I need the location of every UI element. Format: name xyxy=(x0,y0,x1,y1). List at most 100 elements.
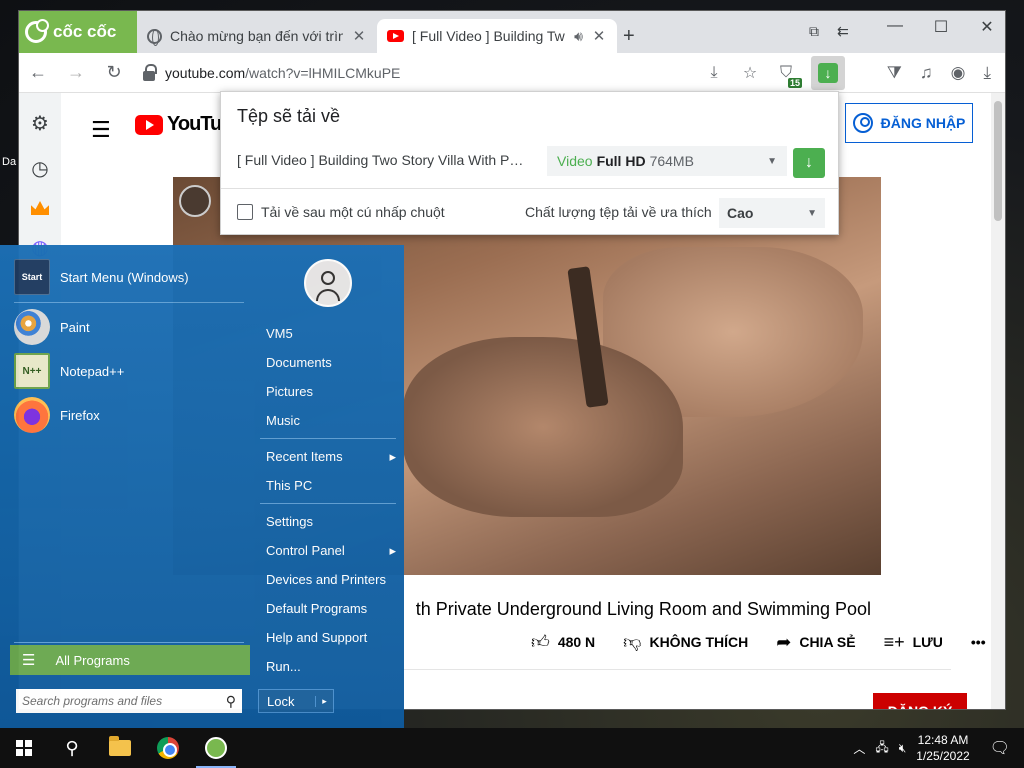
history-icon[interactable]: ◷ xyxy=(31,156,48,181)
tab-youtube-video[interactable]: [ Full Video ] Building Tw 🔊︎ ✕ xyxy=(377,19,617,53)
link-music[interactable]: Music xyxy=(266,413,396,428)
all-programs-label: All Programs xyxy=(55,652,130,668)
link-settings[interactable]: Settings xyxy=(266,514,396,529)
preferred-quality-label: Chất lượng tệp tải về ưa thích xyxy=(525,204,712,220)
windows-logo-icon xyxy=(16,740,32,756)
clock[interactable]: 12:48 AM 1/25/2022 xyxy=(916,732,969,764)
dislike-button[interactable]: 👎︎ KHÔNG THÍCH xyxy=(623,631,748,653)
divider xyxy=(260,503,396,504)
pinned-paint[interactable]: Paint xyxy=(14,309,90,345)
maximize-icon[interactable]: ☐ xyxy=(931,17,951,37)
network-icon[interactable]: 🖧︎ xyxy=(875,738,888,759)
link-this-pc[interactable]: This PC xyxy=(266,478,396,493)
back-history-icon[interactable]: ⇇ xyxy=(837,23,849,40)
search-programs-input[interactable]: Search programs and files ⚲ xyxy=(16,689,242,713)
link-run[interactable]: Run... xyxy=(266,659,396,674)
video-download-button[interactable]: ↓ xyxy=(811,56,845,90)
window-close-icon[interactable]: ✕ xyxy=(977,17,997,37)
link-recent-items[interactable]: Recent Items ▸ xyxy=(266,449,396,465)
link-default-programs[interactable]: Default Programs xyxy=(266,601,396,616)
save-page-icon[interactable]: ⤓ xyxy=(703,62,725,84)
globe-icon xyxy=(147,28,162,46)
tab-strip: cốc cốc Chào mừng bạn đến với trình ✕ [ … xyxy=(19,11,1005,53)
crown-icon[interactable] xyxy=(31,201,49,215)
extensions-puzzle-icon[interactable]: ⧩ xyxy=(887,63,902,83)
settings-gear-icon[interactable]: ⚙ xyxy=(31,111,49,136)
folder-icon xyxy=(109,736,131,756)
coccoc-taskbar-button[interactable] xyxy=(192,728,240,768)
link-control-panel[interactable]: Control Panel ▸ xyxy=(266,543,396,559)
save-button[interactable]: ≡+ LƯU xyxy=(884,632,943,653)
link-label: Help and Support xyxy=(266,630,368,645)
extension-badge: 15 xyxy=(787,78,802,88)
more-actions-button[interactable]: ••• xyxy=(971,634,986,650)
taskbar-search-icon[interactable]: ⚲ xyxy=(48,728,96,768)
file-explorer-taskbar-button[interactable] xyxy=(96,728,144,768)
profile-icon[interactable]: ◉ xyxy=(951,63,966,83)
dislike-label: KHÔNG THÍCH xyxy=(649,634,749,650)
chevron-down-icon: ▼ xyxy=(767,155,777,167)
speaker-icon[interactable]: 🔊︎ xyxy=(574,28,583,45)
search-icon[interactable]: ⚲ xyxy=(226,693,236,710)
quality-select[interactable]: Video Full HD 764MB ▼ xyxy=(547,146,787,176)
address-bar[interactable]: youtube.com/watch?v=lHMILCMkuPE xyxy=(143,53,703,93)
show-hidden-icons-chevron-icon[interactable]: ︿ xyxy=(853,740,865,757)
chevron-down-icon: ▼ xyxy=(807,207,817,219)
desktop-icon-label[interactable]: Da xyxy=(2,156,16,168)
divider xyxy=(14,642,244,643)
forward-arrow-icon[interactable]: → xyxy=(67,62,85,83)
quality-type: Video xyxy=(557,153,593,169)
close-icon[interactable]: ✕ xyxy=(591,27,607,45)
playlist-add-icon: ≡+ xyxy=(883,631,905,652)
volume-muted-icon[interactable]: 🔇︎ xyxy=(899,741,907,756)
scrollbar-thumb[interactable] xyxy=(994,101,1002,221)
video-frame-shape xyxy=(403,337,683,517)
sign-in-button[interactable]: ĐĂNG NHẬP xyxy=(845,103,973,143)
link-label: VM5 xyxy=(266,326,293,341)
link-devices-printers[interactable]: Devices and Printers xyxy=(266,572,396,587)
coccoc-brand-button[interactable]: cốc cốc xyxy=(19,11,137,53)
subscribe-button[interactable]: ĐĂNG KÝ xyxy=(873,693,967,709)
reload-icon[interactable]: ↻ xyxy=(105,62,123,83)
share-button[interactable]: ➦ CHIA SẺ xyxy=(776,632,855,653)
chrome-taskbar-button[interactable] xyxy=(144,728,192,768)
adblock-shield-icon[interactable]: ⛉ 15 xyxy=(775,62,802,88)
submenu-arrow-icon: ▸ xyxy=(389,449,396,464)
link-help-support[interactable]: Help and Support xyxy=(266,630,396,645)
music-list-icon[interactable]: ♫ xyxy=(920,63,933,83)
minimize-icon[interactable]: — xyxy=(885,17,905,37)
screen-search-icon[interactable]: ⧉ xyxy=(809,23,819,40)
channel-avatar[interactable] xyxy=(179,185,211,217)
lock-icon[interactable] xyxy=(143,63,157,81)
tab-welcome[interactable]: Chào mừng bạn đến với trình ✕ xyxy=(137,19,377,53)
one-click-checkbox[interactable] xyxy=(237,204,253,220)
back-arrow-icon[interactable]: ← xyxy=(29,62,47,83)
page-scrollbar[interactable] xyxy=(991,93,1005,709)
download-popup-title: Tệp sẽ tải về xyxy=(237,106,341,126)
link-vm5[interactable]: VM5 xyxy=(266,326,396,341)
pinned-firefox[interactable]: Firefox xyxy=(14,397,100,433)
hamburger-menu-icon[interactable]: ☰ xyxy=(91,117,111,143)
lock-options-arrow-icon[interactable]: ▸ xyxy=(315,695,333,707)
link-documents[interactable]: Documents xyxy=(266,355,396,370)
pinned-label: Paint xyxy=(60,319,90,335)
close-icon[interactable]: ✕ xyxy=(351,27,367,45)
link-label: Control Panel xyxy=(266,543,345,558)
lock-button[interactable]: Lock ▸ xyxy=(258,689,334,713)
notification-icon[interactable]: 🗨︎ xyxy=(990,738,1010,758)
pinned-start-menu-windows[interactable]: Start Start Menu (Windows) xyxy=(14,259,189,295)
bookmark-star-icon[interactable]: ☆ xyxy=(739,62,761,84)
new-tab-plus-icon[interactable]: + xyxy=(623,25,635,48)
pinned-label: Firefox xyxy=(60,407,100,423)
start-menu-app-icon: Start xyxy=(14,259,50,295)
all-programs-button[interactable]: ☰ All Programs xyxy=(10,645,250,675)
user-circle-icon xyxy=(852,113,873,133)
windows-start-button[interactable] xyxy=(0,728,48,768)
user-avatar[interactable] xyxy=(304,259,352,307)
like-button[interactable]: 👍︎ 480 N xyxy=(531,631,595,653)
download-start-button[interactable]: ↓ xyxy=(793,148,825,178)
pinned-notepad-plus-plus[interactable]: N++ Notepad++ xyxy=(14,353,124,389)
link-pictures[interactable]: Pictures xyxy=(266,384,396,399)
preferred-quality-select[interactable]: Cao ▼ xyxy=(719,198,825,228)
downloads-icon[interactable]: ⤓ xyxy=(983,63,991,83)
